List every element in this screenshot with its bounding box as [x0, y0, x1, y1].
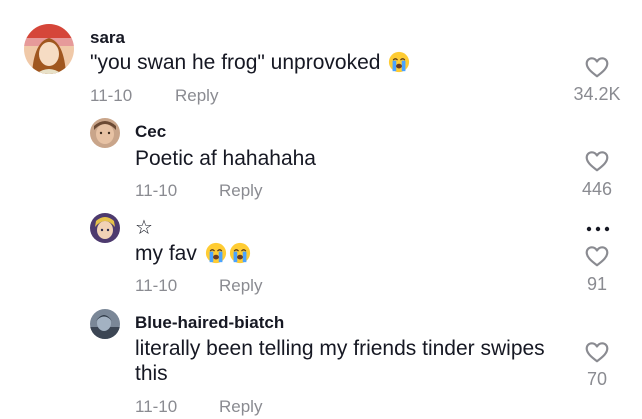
avatar-blue-haired-biatch[interactable] [90, 309, 120, 339]
comment-text: Poetic af hahahaha [135, 147, 316, 170]
avatar-image [90, 118, 120, 148]
avatar-cec[interactable] [90, 118, 120, 148]
more-options-icon[interactable] [584, 222, 612, 236]
reply-button[interactable]: Reply [219, 181, 262, 201]
loudly-crying-face-emoji [229, 242, 251, 264]
like-count: 91 [586, 274, 608, 294]
loudly-crying-face-emoji [205, 242, 227, 264]
like-count: 70 [586, 369, 608, 389]
comment-username[interactable]: sara [90, 28, 125, 48]
comment-text-line: literally been telling my friends tinder… [135, 337, 545, 360]
comment-date: 11-10 [135, 276, 178, 295]
comment-username[interactable]: ☆ [135, 215, 153, 240]
comment-date: 11-10 [135, 397, 178, 416]
heart-outline-icon[interactable] [584, 339, 610, 365]
comment-date: 11-10 [90, 86, 133, 105]
avatar-image [90, 309, 120, 339]
like-count: 446 [581, 179, 613, 199]
comment-date: 11-10 [135, 181, 178, 200]
comment-text-content: my fav [135, 242, 197, 265]
loudly-crying-face-emoji [388, 51, 410, 73]
comment-username[interactable]: Blue-haired-biatch [135, 313, 284, 333]
avatar-sara[interactable] [24, 24, 74, 74]
comment-text-line: this [135, 362, 168, 385]
reply-button[interactable]: Reply [175, 86, 218, 106]
heart-outline-icon[interactable] [584, 243, 610, 269]
comment-text: literally been telling my friends tinder… [135, 336, 545, 386]
heart-outline-icon[interactable] [584, 54, 610, 80]
avatar-image [90, 213, 120, 243]
avatar-image [24, 24, 74, 74]
comment-text: "you swan he frog" unprovoked [90, 50, 410, 75]
comment-username[interactable]: Cec [135, 122, 166, 142]
avatar-star-user[interactable] [90, 213, 120, 243]
like-count: 34.2K [573, 84, 621, 104]
heart-outline-icon[interactable] [584, 148, 610, 174]
reply-button[interactable]: Reply [219, 397, 262, 417]
comment-text: my fav [135, 241, 251, 266]
reply-button[interactable]: Reply [219, 276, 262, 296]
comment-text-content: "you swan he frog" unprovoked [90, 51, 381, 74]
